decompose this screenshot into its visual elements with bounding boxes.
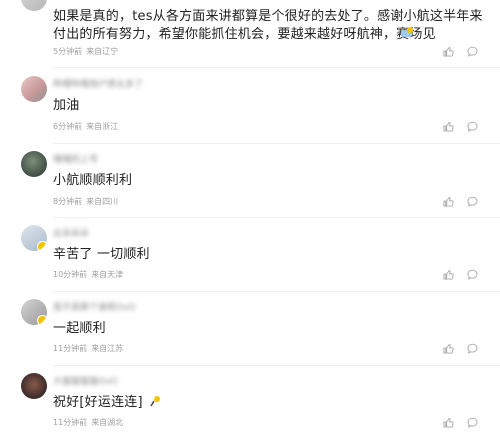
comment-time: 8分钟前 bbox=[53, 197, 83, 206]
comment-location: 来自江苏 bbox=[91, 344, 124, 353]
vip-badge-icon bbox=[37, 241, 47, 251]
thumbs-up-icon[interactable] bbox=[443, 417, 454, 428]
comment-location: 来自浙江 bbox=[86, 122, 119, 131]
comment-meta: 5分钟前 来自辽宁 bbox=[53, 47, 118, 57]
comment-time: 11分钟前 bbox=[53, 344, 88, 353]
reply-bubble-icon[interactable] bbox=[467, 343, 478, 354]
comment-time: 5分钟前 bbox=[53, 47, 83, 56]
comment-username[interactable]: 喵喵的上号 bbox=[53, 154, 98, 166]
avatar[interactable] bbox=[21, 373, 47, 399]
comment-text: 如果是真的，tes从各方面来讲都算是个很好的去处了。感谢小航这半年来付出的所有努… bbox=[53, 9, 483, 42]
comment-item: 我不是那个谁呢OvO 一起顺利 11分钟前 来自江苏 bbox=[0, 291, 500, 366]
comment-location: 来自四川 bbox=[86, 197, 119, 206]
avatar[interactable] bbox=[21, 225, 47, 251]
avatar[interactable] bbox=[21, 0, 47, 11]
comment-item: 如果是真的，tes从各方面来讲都算是个很好的去处了。感谢小航这半年来付出的所有努… bbox=[0, 0, 500, 68]
comment-list: 如果是真的，tes从各方面来讲都算是个很好的去处了。感谢小航这半年来付出的所有努… bbox=[0, 0, 500, 440]
reply-bubble-icon[interactable] bbox=[467, 417, 478, 428]
comment-meta: 8分钟前 来自四川 bbox=[53, 197, 118, 207]
comment-username[interactable]: 我不是那个谁呢OvO bbox=[53, 302, 136, 314]
wave-emoji-icon bbox=[401, 27, 413, 37]
comment-location: 来自湖北 bbox=[91, 418, 124, 427]
comment-text: 加油 bbox=[53, 98, 80, 113]
avatar[interactable] bbox=[21, 299, 47, 325]
lucky-emoji-icon bbox=[150, 396, 161, 407]
comment-time: 6分钟前 bbox=[53, 122, 83, 131]
comment-text: 一起顺利 bbox=[53, 321, 106, 336]
comment-text: 辛苦了 一切顺利 bbox=[53, 247, 150, 262]
comment-time: 11分钟前 bbox=[53, 418, 88, 427]
reply-bubble-icon[interactable] bbox=[467, 121, 478, 132]
reply-bubble-icon[interactable] bbox=[467, 269, 478, 280]
thumbs-up-icon[interactable] bbox=[443, 269, 454, 280]
comment-username[interactable]: 大猫猫猫猫OvO bbox=[53, 376, 118, 388]
comment-location: 来自辽宁 bbox=[86, 47, 119, 56]
comment-item: 大猫猫猫猫OvO 祝好[好运连连] 11分钟前 来自湖北 bbox=[0, 365, 500, 440]
comment-text-value: 祝好[好运连连] bbox=[53, 395, 143, 410]
comment-text: 小航顺顺利利 bbox=[53, 173, 133, 188]
comment-meta: 10分钟前 来自天津 bbox=[53, 270, 123, 280]
reply-bubble-icon[interactable] bbox=[467, 196, 478, 207]
comment-item: 哔哩哔哩用户想太多了 加油 6分钟前 来自浙江 bbox=[0, 68, 500, 144]
reply-bubble-icon[interactable] bbox=[467, 46, 478, 57]
comment-item: 喵喵的上号 小航顺顺利利 8分钟前 来自四川 bbox=[0, 143, 500, 218]
avatar[interactable] bbox=[21, 76, 47, 102]
thumbs-up-icon[interactable] bbox=[443, 343, 454, 354]
comment-time: 10分钟前 bbox=[53, 270, 88, 279]
comment-item: 云朵朵朵 辛苦了 一切顺利 10分钟前 来自天津 bbox=[0, 217, 500, 292]
thumbs-up-icon[interactable] bbox=[443, 196, 454, 207]
thumbs-up-icon[interactable] bbox=[443, 121, 454, 132]
comment-username[interactable]: 哔哩哔哩用户想太多了 bbox=[53, 79, 143, 91]
avatar[interactable] bbox=[21, 151, 47, 177]
thumbs-up-icon[interactable] bbox=[443, 46, 454, 57]
comment-meta: 6分钟前 来自浙江 bbox=[53, 122, 118, 132]
vip-badge-icon bbox=[37, 315, 47, 325]
comment-meta: 11分钟前 来自湖北 bbox=[53, 418, 123, 428]
comment-location: 来自天津 bbox=[91, 270, 124, 279]
comment-text: 祝好[好运连连] bbox=[53, 394, 483, 412]
comment-meta: 11分钟前 来自江苏 bbox=[53, 344, 123, 354]
comment-username[interactable]: 云朵朵朵 bbox=[53, 228, 89, 240]
